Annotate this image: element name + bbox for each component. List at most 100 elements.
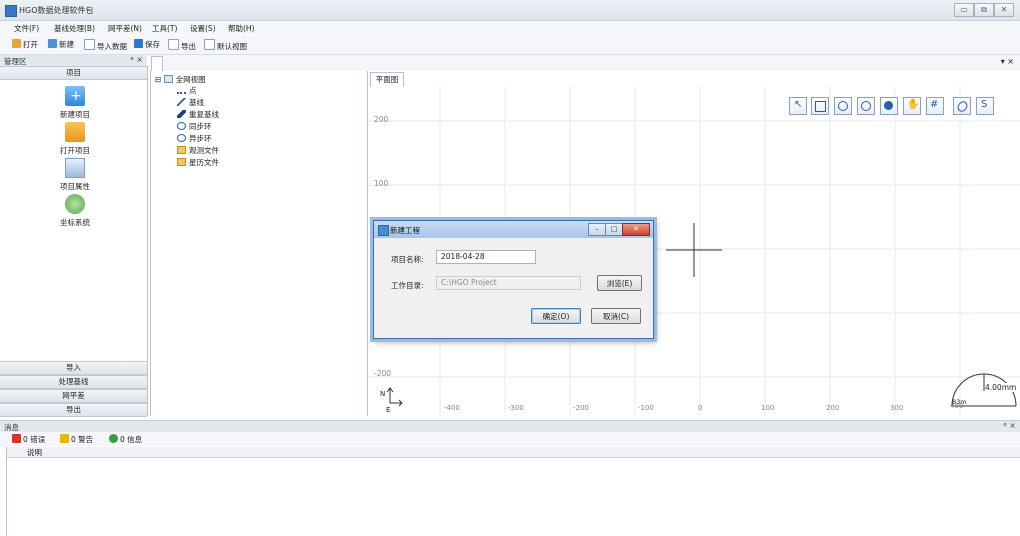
- warning-icon: [60, 434, 69, 443]
- open-button[interactable]: 打开: [12, 39, 38, 51]
- menu-network[interactable]: 网平差(N): [108, 23, 142, 34]
- folder-icon: [12, 39, 21, 48]
- management-panel: 项目 + 新建项目 打开项目 项目属性 坐标系统 导入 处理基线 网平差 导出: [0, 66, 148, 417]
- open-project-item[interactable]: 打开项目: [45, 122, 105, 156]
- document-tab-strip: ▾ ×: [150, 55, 1020, 72]
- refresh-icon: S: [981, 99, 988, 110]
- section-export[interactable]: 导出: [0, 403, 147, 417]
- pan-button[interactable]: ✋: [903, 97, 921, 115]
- dialog-app-icon: [378, 225, 389, 236]
- import-button[interactable]: 导入数据: [84, 39, 127, 51]
- work-dir-label: 工作目录:: [391, 281, 424, 290]
- description-column[interactable]: 说明: [27, 447, 42, 458]
- browse-button[interactable]: 浏览(E): [597, 275, 642, 291]
- tree-item-ephemeris-files[interactable]: 星历文件: [177, 157, 219, 168]
- menu-tools[interactable]: 工具(T): [152, 23, 177, 34]
- section-import[interactable]: 导入: [0, 361, 147, 375]
- default-view-icon: [204, 39, 215, 50]
- zoom-in-button[interactable]: [857, 97, 875, 115]
- save-button[interactable]: 保存: [134, 39, 160, 51]
- work-dir-input[interactable]: [436, 276, 581, 290]
- y-tick-200: 200: [374, 115, 389, 124]
- north-label: N: [380, 390, 386, 398]
- section-process-baseline[interactable]: 处理基线: [0, 375, 147, 389]
- tree-item-async-loops[interactable]: 异步环: [177, 133, 212, 144]
- project-name-input[interactable]: [436, 250, 536, 264]
- menu-settings[interactable]: 设置(S): [190, 23, 216, 34]
- x-tick: -100: [638, 404, 654, 412]
- eraser-button[interactable]: [953, 97, 971, 115]
- y-tick-minus200: -200: [374, 369, 392, 378]
- tab-plan-view[interactable]: 平面图: [370, 72, 404, 87]
- tree-item-repeat-baselines[interactable]: 重复基线: [177, 109, 219, 120]
- cancel-button[interactable]: 取消(C): [591, 308, 641, 324]
- close-button[interactable]: ✕: [994, 3, 1014, 17]
- pointer-icon: ↖: [794, 99, 803, 110]
- title-bar: HGO数据处理软件包 ▭ ⧉ ✕: [0, 0, 1020, 21]
- points-icon: [177, 86, 186, 94]
- menu-file[interactable]: 文件(F): [14, 23, 39, 34]
- menu-help[interactable]: 帮助(H): [228, 23, 255, 34]
- export-icon: [168, 39, 179, 50]
- project-properties-item[interactable]: 项目属性: [45, 158, 105, 192]
- doc-dropdown-close[interactable]: ▾ ×: [1001, 57, 1014, 66]
- info-filter[interactable]: 0 信息: [109, 434, 142, 445]
- new-project-item[interactable]: + 新建项目: [45, 86, 105, 120]
- zoom-out-icon: [838, 101, 848, 111]
- async-loop-icon: [177, 134, 186, 142]
- window-title: HGO数据处理软件包: [19, 6, 94, 15]
- tree-expander[interactable]: ⊟: [155, 75, 161, 84]
- grid-toggle-button[interactable]: #: [926, 97, 944, 115]
- export-button[interactable]: 导出: [168, 39, 196, 51]
- dialog-title-bar: 新建工程 – □ ✕: [374, 221, 653, 238]
- tree-root[interactable]: ⊟ 全网视图: [155, 74, 206, 85]
- zoom-in-icon: [861, 101, 871, 111]
- minimize-button[interactable]: ▭: [954, 3, 974, 17]
- error-icon: [12, 434, 21, 443]
- coordinate-system-item[interactable]: 坐标系统: [45, 194, 105, 228]
- full-extent-button[interactable]: [880, 97, 898, 115]
- x-tick: 200: [826, 404, 840, 412]
- maximize-button[interactable]: ⧉: [974, 3, 994, 17]
- new-button[interactable]: 新建: [48, 39, 74, 51]
- errors-filter[interactable]: 0 错误: [12, 434, 45, 445]
- scale-label: 4.00mm: [985, 383, 1017, 392]
- dialog-minimize-button[interactable]: –: [588, 223, 606, 236]
- panel-pin-close[interactable]: ᵠ ×: [130, 55, 143, 64]
- new-project-dialog: 新建工程 – □ ✕ 项目名称: 工作目录: 浏览(E) 确定(O) 取消(C): [373, 220, 654, 339]
- refresh-button[interactable]: S: [976, 97, 994, 115]
- hand-icon: ✋: [907, 99, 920, 110]
- network-view-icon: [163, 75, 173, 83]
- tree-item-points[interactable]: 点: [177, 85, 197, 96]
- message-list[interactable]: [6, 458, 1020, 536]
- zoom-window-button[interactable]: [811, 97, 829, 115]
- repeat-baseline-icon: [177, 110, 186, 118]
- section-project[interactable]: 项目: [0, 66, 147, 80]
- dialog-maximize-button[interactable]: □: [605, 223, 623, 236]
- document-tab[interactable]: [151, 56, 163, 71]
- select-tool-button[interactable]: ↖: [789, 97, 807, 115]
- info-icon: [109, 434, 118, 443]
- properties-icon: [65, 158, 85, 178]
- x-tick: 0: [698, 404, 703, 412]
- globe-icon: [65, 194, 85, 214]
- folder-icon: [177, 158, 186, 166]
- ok-button[interactable]: 确定(O): [531, 308, 581, 324]
- dialog-close-button[interactable]: ✕: [622, 223, 650, 236]
- globe-icon: [884, 101, 893, 110]
- warnings-filter[interactable]: 0 警告: [60, 434, 93, 445]
- message-column-header: 说明: [6, 447, 1020, 458]
- message-panel-pin-close[interactable]: ᵠ ×: [1003, 421, 1016, 430]
- menu-baseline[interactable]: 基线处理(B): [54, 23, 95, 34]
- tree-item-baselines[interactable]: 基线: [177, 97, 204, 108]
- tree-item-observation-files[interactable]: 观测文件: [177, 145, 219, 156]
- section-network-adjustment[interactable]: 网平差: [0, 389, 147, 403]
- dialog-title: 新建工程: [390, 226, 420, 235]
- default-view-button[interactable]: 默认视图: [204, 39, 247, 51]
- y-tick-100: 100: [374, 179, 389, 188]
- tree-item-sync-loops[interactable]: 同步环: [177, 121, 212, 132]
- zoom-window-icon: [815, 101, 826, 112]
- baseline-icon: [177, 98, 186, 106]
- sync-loop-icon: [177, 122, 186, 130]
- zoom-out-button[interactable]: [834, 97, 852, 115]
